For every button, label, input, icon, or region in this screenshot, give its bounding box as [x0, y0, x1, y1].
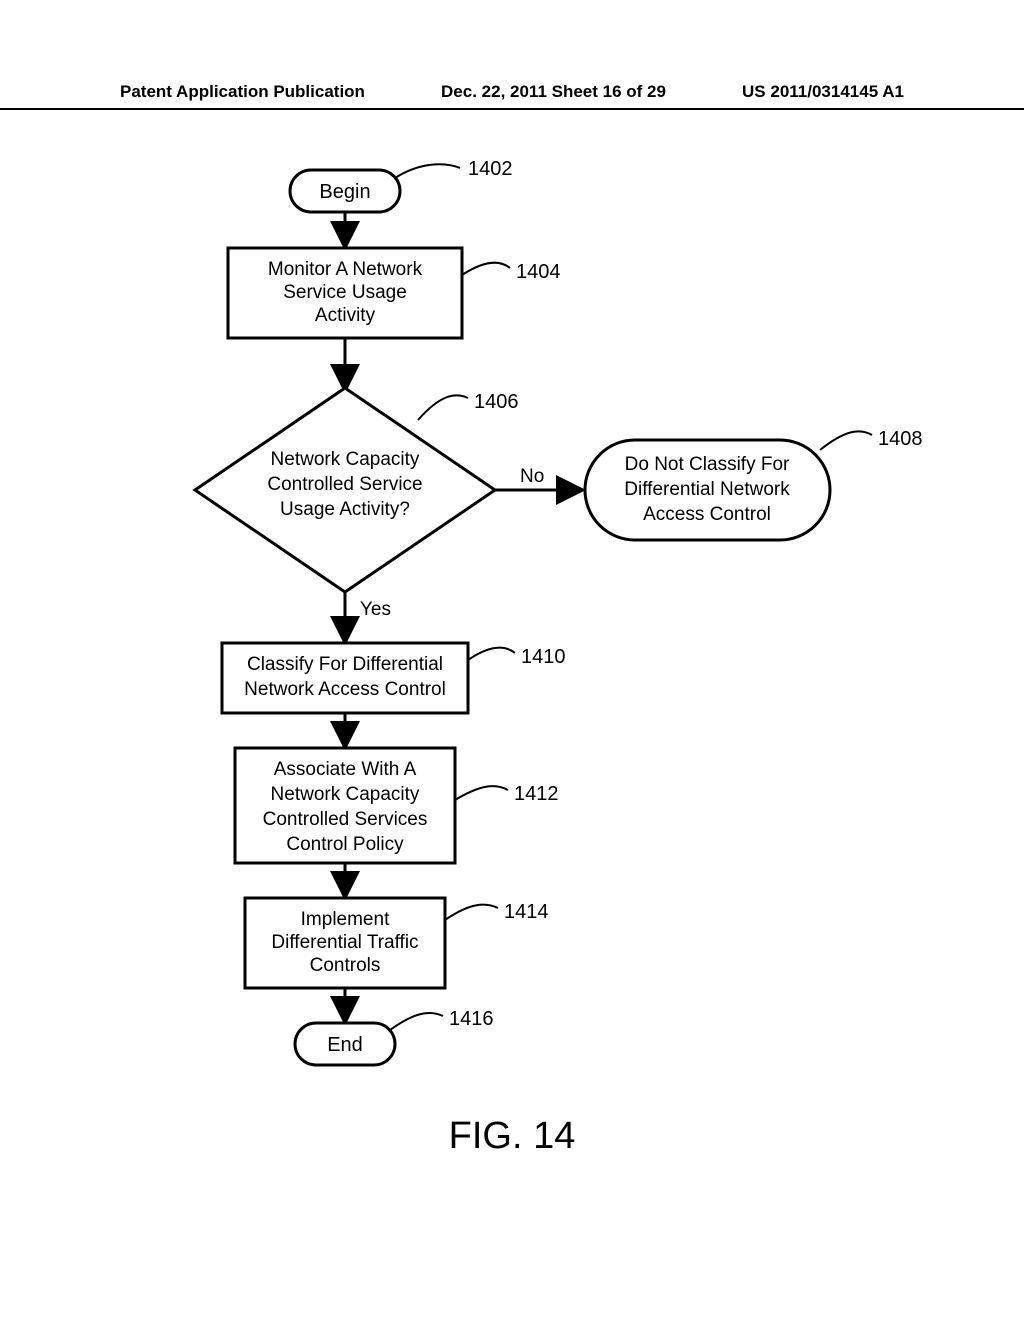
- ref-1402: 1402: [468, 158, 513, 180]
- svg-text:Controlled Services: Controlled Services: [263, 809, 428, 830]
- svg-text:Control Policy: Control Policy: [286, 834, 404, 855]
- svg-text:Activity: Activity: [315, 305, 376, 326]
- node-implement: Implement Differential Traffic Controls …: [245, 898, 445, 988]
- ref-1408: 1408: [878, 428, 923, 450]
- svg-text:Network Access Control: Network Access Control: [244, 679, 446, 700]
- node-begin: Begin: [290, 170, 400, 212]
- edge-label-yes: Yes: [360, 599, 391, 620]
- svg-text:Do Not Classify For: Do Not Classify For: [625, 454, 790, 475]
- svg-text:Monitor A Network: Monitor A Network: [268, 259, 423, 280]
- node-begin-label: Begin: [319, 181, 370, 203]
- node-do-not-classify: Do Not Classify For Differential Network…: [585, 440, 830, 540]
- svg-text:Controlled Service: Controlled Service: [267, 474, 422, 495]
- svg-text:Network Capacity: Network Capacity: [271, 449, 420, 470]
- svg-text:Usage Activity?: Usage Activity?: [280, 499, 410, 520]
- svg-text:Associate With A: Associate With A: [274, 759, 417, 780]
- svg-text:Network Capacity: Network Capacity: [271, 784, 420, 805]
- node-associate: Associate With A Network Capacity Contro…: [235, 748, 455, 863]
- svg-text:Controls: Controls: [310, 955, 381, 976]
- svg-text:Differential Traffic: Differential Traffic: [271, 932, 418, 953]
- ref-1416: 1416: [449, 1008, 494, 1030]
- header-left: Patent Application Publication: [120, 82, 365, 102]
- node-decision: Network Capacity Controlled Service Usag…: [195, 388, 495, 592]
- node-end-label: End: [327, 1034, 363, 1056]
- svg-text:Classify For Differential: Classify For Differential: [247, 654, 443, 675]
- svg-text:Access Control: Access Control: [643, 504, 771, 525]
- page-header: Patent Application Publication Dec. 22, …: [0, 82, 1024, 110]
- node-classify: Classify For Differential Network Access…: [222, 643, 468, 713]
- svg-text:Implement: Implement: [301, 909, 390, 930]
- ref-1410: 1410: [521, 646, 566, 668]
- header-right: US 2011/0314145 A1: [742, 82, 904, 102]
- flowchart: Begin 1402 Monitor A Network Service Usa…: [0, 120, 1024, 1170]
- node-monitor: Monitor A Network Service Usage Activity…: [228, 248, 462, 338]
- ref-1404: 1404: [516, 261, 561, 283]
- svg-text:Service Usage: Service Usage: [283, 282, 407, 303]
- node-end: End: [295, 1023, 395, 1065]
- header-center: Dec. 22, 2011 Sheet 16 of 29: [441, 82, 666, 102]
- ref-1414: 1414: [504, 901, 549, 923]
- ref-1412: 1412: [514, 783, 559, 805]
- edge-label-no: No: [520, 466, 544, 487]
- ref-1406: 1406: [474, 391, 519, 413]
- figure-caption: FIG. 14: [0, 1115, 1024, 1158]
- svg-text:Differential Network: Differential Network: [624, 479, 790, 500]
